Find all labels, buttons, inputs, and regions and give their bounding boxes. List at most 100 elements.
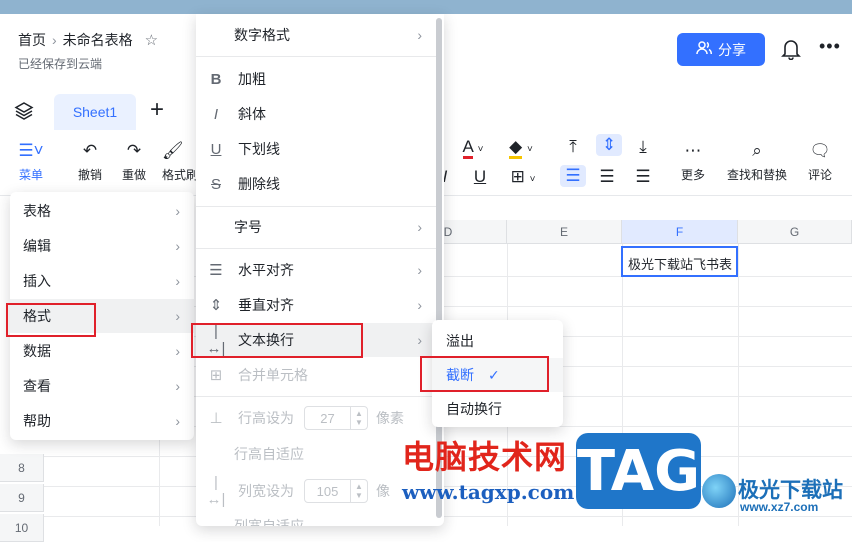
halign-center-button[interactable]: ☰ xyxy=(596,166,618,188)
wrap-option-auto[interactable]: 自动换行 xyxy=(432,392,563,426)
valign-middle-button[interactable]: ⇕ xyxy=(596,134,622,156)
halign-left-button[interactable]: ☰ xyxy=(560,165,586,187)
row-height-stepper: 27 ▲ ▼ xyxy=(304,406,368,430)
row-header-9[interactable]: 9 xyxy=(0,484,44,512)
more-label: 更多 xyxy=(680,168,705,182)
cell-text: 极光下载站飞书表 xyxy=(628,257,733,272)
comment-icon: 🗨 xyxy=(809,141,831,160)
menu-item-data[interactable]: 数据 › xyxy=(10,334,194,368)
vertical-align-icon: ⇕ xyxy=(209,297,223,314)
brand-url: www.xz7.com xyxy=(740,500,819,514)
chevron-right-icon: › xyxy=(417,332,422,348)
menu-item-number-format[interactable]: 数字格式 › xyxy=(196,18,436,52)
menu-item-horizontal-align[interactable]: ☰ 水平对齐 › xyxy=(196,253,436,287)
add-sheet-button[interactable]: + xyxy=(150,96,164,124)
menu-item-help[interactable]: 帮助 › xyxy=(10,404,194,438)
share-label: 分享 xyxy=(718,41,746,58)
watermark-site-url: www.tagxp.com xyxy=(402,480,575,504)
menu-item-label: 合并单元格 xyxy=(238,367,308,383)
format-painter-button[interactable]: 🖌 格式刷 xyxy=(162,140,198,183)
brand-logo-icon xyxy=(702,474,736,508)
menu-item-label: 帮助 xyxy=(23,413,51,429)
row-height-value: 27 xyxy=(320,410,335,426)
menu-item-strikethrough[interactable]: S 删除线 xyxy=(196,167,436,201)
redo-button[interactable]: ↷ 重做 xyxy=(116,140,152,183)
layers-icon[interactable] xyxy=(14,101,34,124)
column-header-f[interactable]: F xyxy=(622,220,738,244)
horizontal-align-icon: ☰ xyxy=(209,262,223,279)
halign-right-button[interactable]: ☰ xyxy=(632,166,654,188)
more-options-icon[interactable]: ••• xyxy=(819,36,841,57)
menu-item-label: 删除线 xyxy=(238,176,280,192)
menu-item-label: 溢出 xyxy=(446,333,474,349)
find-replace-button[interactable]: ⌕ 查找和替换 xyxy=(720,140,794,183)
menu-item-insert[interactable]: 插入 › xyxy=(10,264,194,298)
menu-item-col-width: |↔| 列宽设为 105 ▲ ▼ 像 xyxy=(196,474,436,508)
redo-label: 重做 xyxy=(121,168,146,182)
chevron-right-icon: › xyxy=(417,27,422,43)
menu-item-edit[interactable]: 编辑 › xyxy=(10,229,194,263)
menu-item-label: 数据 xyxy=(23,343,51,359)
document-title[interactable]: 未命名表格 xyxy=(63,30,133,50)
column-header-e[interactable]: E xyxy=(507,220,622,244)
menu-item-underline[interactable]: U 下划线 xyxy=(196,132,436,166)
valign-top-button[interactable]: ⤒ xyxy=(562,136,584,158)
fill-color-button[interactable]: ◆ ˅ xyxy=(503,136,539,159)
menu-item-label: 字号 xyxy=(234,219,262,235)
undo-icon: ↶ xyxy=(82,141,98,160)
menu-item-vertical-align[interactable]: ⇕ 垂直对齐 › xyxy=(196,288,436,322)
wrap-option-overflow[interactable]: 溢出 xyxy=(432,324,563,358)
row-header-8[interactable]: 8 xyxy=(0,454,44,482)
menu-item-table[interactable]: 表格 › xyxy=(10,194,194,228)
bell-icon[interactable] xyxy=(781,38,801,63)
underline-icon: U xyxy=(210,140,222,158)
underline-icon: U xyxy=(473,167,487,186)
menu-item-label: 表格 xyxy=(23,203,51,219)
col-width-unit: 像 xyxy=(376,483,390,499)
align-top-icon: ⤒ xyxy=(569,137,577,156)
menu-item-italic[interactable]: I 斜体 xyxy=(196,97,436,131)
share-button[interactable]: 分享 xyxy=(677,33,765,66)
paint-brush-icon: 🖌 xyxy=(162,141,184,160)
star-icon[interactable]: ☆ xyxy=(145,31,158,49)
stepper-arrows-icon: ▲ ▼ xyxy=(350,480,367,502)
underline-toolbar-button[interactable]: U xyxy=(470,166,490,188)
chevron-right-icon: › xyxy=(175,238,180,254)
row-header-10[interactable]: 10 xyxy=(0,514,44,542)
undo-button[interactable]: ↶ 撤销 xyxy=(72,140,108,183)
more-button[interactable]: ⋯ 更多 xyxy=(674,140,712,183)
menu-button[interactable]: ☰˅ 菜单 xyxy=(10,140,52,183)
menu-item-label: 斜体 xyxy=(238,106,266,122)
valign-bottom-button[interactable]: ⤓ xyxy=(632,136,654,158)
menu-item-font-size[interactable]: 字号 › xyxy=(196,210,436,244)
comment-button[interactable]: 🗨 评论 xyxy=(802,140,838,183)
chevron-right-icon: › xyxy=(175,308,180,324)
selected-cell-f[interactable]: 极光下载站飞书表 xyxy=(621,246,738,277)
chevron-right-icon: › xyxy=(417,262,422,278)
menu-item-label: 垂直对齐 xyxy=(238,297,294,313)
chevron-right-icon: › xyxy=(417,219,422,235)
col-width-value: 105 xyxy=(316,483,339,499)
menu-item-bold[interactable]: B 加粗 xyxy=(196,62,436,96)
font-color-button[interactable]: A ˅ xyxy=(455,136,491,159)
menu-item-label: 水平对齐 xyxy=(238,262,294,278)
menu-label: 菜单 xyxy=(18,168,43,182)
menu-item-label: 行高设为 xyxy=(238,410,294,426)
tab-sheet1[interactable]: Sheet1 xyxy=(54,94,136,130)
menu-item-label: 插入 xyxy=(23,273,51,289)
align-right-icon: ☰ xyxy=(635,167,651,186)
chevron-right-icon: › xyxy=(175,343,180,359)
menu-item-view[interactable]: 查看 › xyxy=(10,369,194,403)
border-icon: ⊞ ˅ xyxy=(510,167,536,186)
menu-list-icon: ☰˅ xyxy=(18,141,44,160)
menu-item-label: 自动换行 xyxy=(446,401,502,417)
highlight-text-wrap-item xyxy=(191,323,363,358)
find-replace-label: 查找和替换 xyxy=(726,168,787,182)
row-height-unit: 像素 xyxy=(376,410,404,426)
breadcrumb-home[interactable]: 首页 xyxy=(18,30,46,50)
merge-cells-icon: ⊞ xyxy=(209,367,223,384)
border-button[interactable]: ⊞ ˅ xyxy=(505,166,541,188)
watermark-site-title: 电脑技术网 xyxy=(402,438,568,476)
column-header-g[interactable]: G xyxy=(738,220,852,244)
format-painter-label: 格式刷 xyxy=(162,168,198,182)
